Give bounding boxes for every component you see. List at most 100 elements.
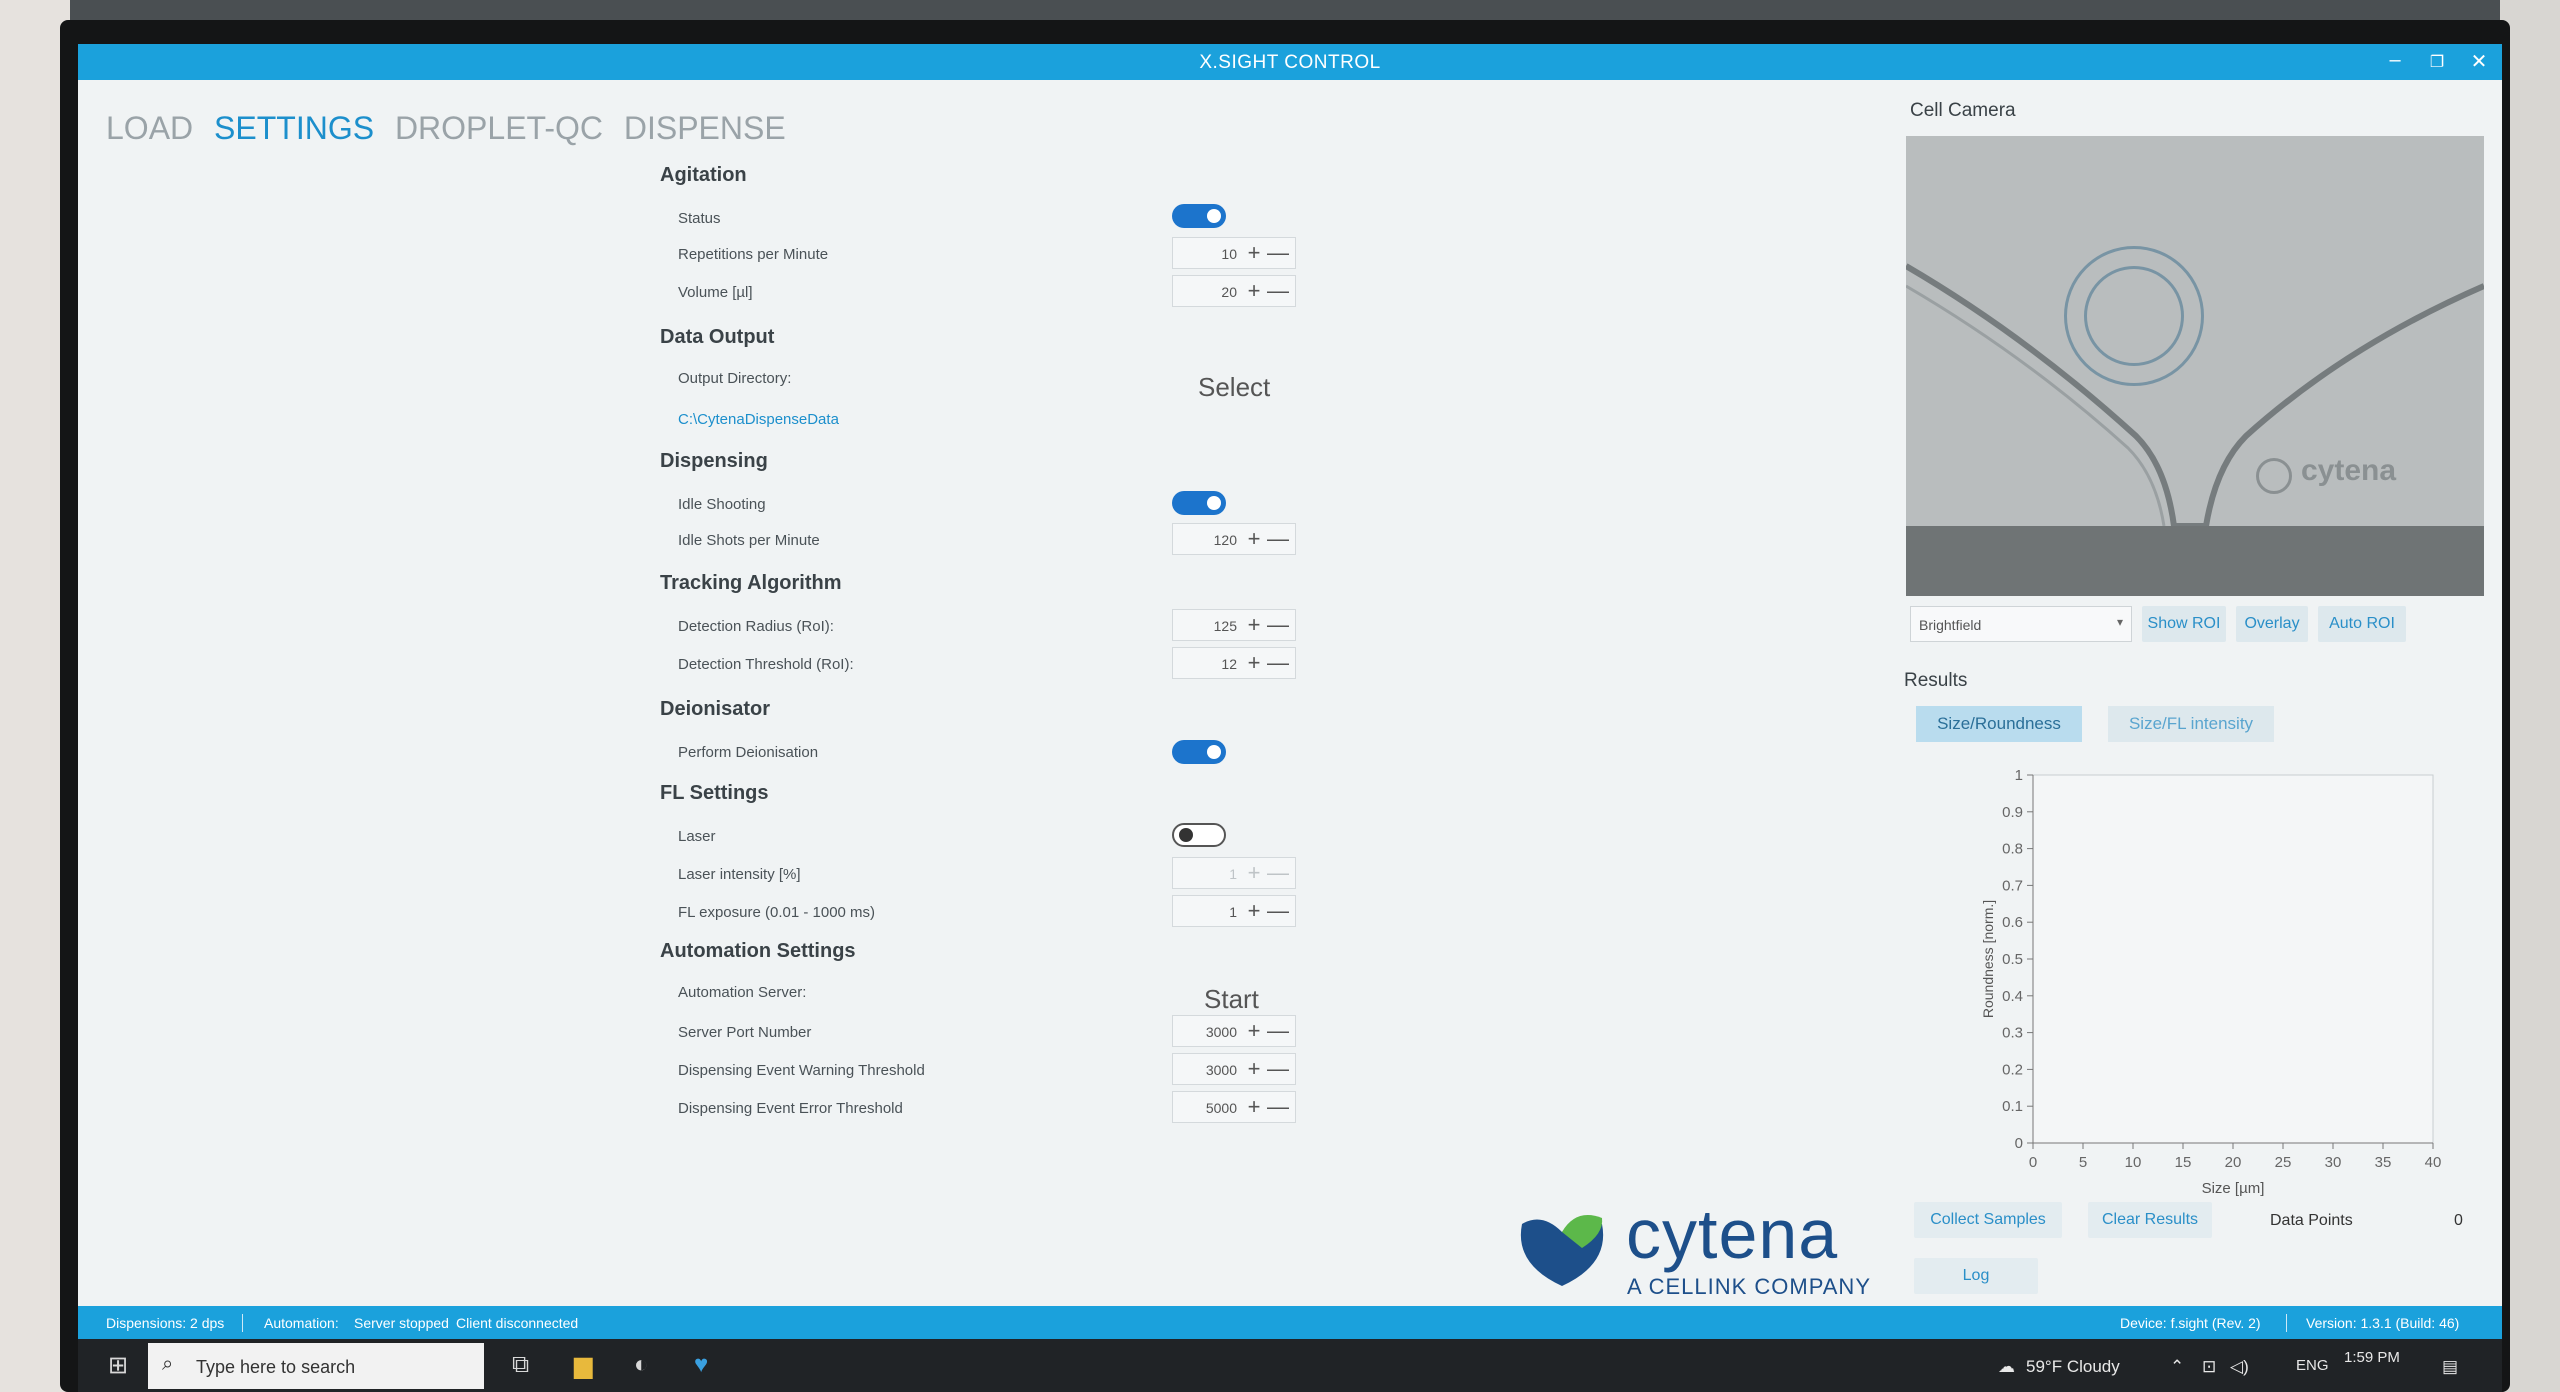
error-threshold-stepper[interactable]: 5000 + — [1172,1091,1296,1123]
minus-icon[interactable]: — [1267,860,1289,886]
detection-threshold-label: Detection Threshold (RoI): [678,656,854,673]
close-icon[interactable]: ✕ [2464,49,2494,74]
minus-icon[interactable]: — [1267,612,1289,638]
xsight-app-icon[interactable]: ♥ [694,1351,708,1379]
device-info: Device: f.sight (Rev. 2) [2120,1315,2261,1331]
taskbar-search-input[interactable]: ⌕ Type here to search [148,1343,484,1389]
network-icon[interactable]: ⊡ [2202,1357,2216,1377]
log-button[interactable]: Log [1914,1258,2038,1294]
collect-samples-button[interactable]: Collect Samples [1914,1202,2062,1238]
camera-bottom-band [1906,526,2484,596]
minus-icon[interactable]: — [1267,278,1289,304]
section-fl-settings: FL Settings [660,782,769,804]
y-tick-label: 0.1 [2002,1098,2023,1115]
perform-deionisation-label: Perform Deionisation [678,744,819,761]
error-threshold-label: Dispensing Event Error Threshold [678,1100,903,1117]
tab-size-fl-intensity[interactable]: Size/FL intensity [2108,706,2274,742]
server-status: Server stopped [354,1315,449,1331]
volume-value: 20 [1221,284,1237,300]
rpm-value: 10 [1221,246,1237,262]
client-status: Client disconnected [456,1315,579,1331]
perform-deionisation-toggle[interactable] [1172,740,1226,764]
rpm-stepper[interactable]: 10 + — [1172,237,1296,269]
select-directory-button[interactable]: Select [1198,372,1270,403]
fl-exposure-stepper[interactable]: 1 + — [1172,895,1296,927]
auto-roi-button[interactable]: Auto ROI [2318,606,2406,642]
plus-icon[interactable]: + [1243,650,1265,676]
laser-intensity-value: 1 [1229,866,1237,882]
output-directory-path[interactable]: C:\CytenaDispenseData [678,411,839,428]
clear-results-button[interactable]: Clear Results [2088,1202,2212,1238]
app-window: X.SIGHT CONTROL – ❐ ✕ LOAD SETTINGS DROP… [78,44,2502,1339]
app-icon[interactable]: ◐ [634,1351,649,1379]
file-explorer-icon[interactable]: ▆ [574,1351,592,1380]
data-points-label: Data Points [2270,1212,2353,1229]
section-data-output: Data Output [660,326,775,348]
server-port-stepper[interactable]: 3000 + — [1172,1015,1296,1047]
windows-start-icon[interactable]: ⊞ [108,1351,128,1380]
x-tick-label: 20 [2225,1154,2242,1171]
tab-dispense[interactable]: DISPENSE [624,110,786,146]
x-tick-label: 15 [2175,1154,2192,1171]
show-roi-button[interactable]: Show ROI [2142,606,2226,642]
minimize-icon[interactable]: – [2380,49,2410,72]
agitation-status-toggle[interactable] [1172,204,1226,228]
main-nav: LOAD SETTINGS DROPLET-QC DISPENSE [106,110,798,147]
idle-shots-stepper[interactable]: 120 + — [1172,523,1296,555]
tray-chevron-icon[interactable]: ⌃ [2170,1357,2184,1377]
chart-svg: 0 5 10 15 20 25 30 35 40 0 0.1 0.2 0.3 0.4 0.5 0.6 0.7 0.… [1980,767,2441,1197]
plus-icon[interactable]: + [1243,612,1265,638]
start-server-button[interactable]: Start [1204,984,1259,1015]
minus-icon[interactable]: — [1267,1056,1289,1082]
detection-threshold-stepper[interactable]: 12 + — [1172,647,1296,679]
y-tick-label: 1 [2015,767,2023,784]
plus-icon[interactable]: + [1243,278,1265,304]
plus-icon[interactable]: + [1243,860,1265,886]
minus-icon[interactable]: — [1267,898,1289,924]
plus-icon[interactable]: + [1243,1094,1265,1120]
idle-shooting-toggle[interactable] [1172,491,1226,515]
warning-threshold-stepper[interactable]: 3000 + — [1172,1053,1296,1085]
minus-icon[interactable]: — [1267,526,1289,552]
camera-mode-select[interactable]: Brightfield ▾ [1910,606,2132,642]
minus-icon[interactable]: — [1267,1094,1289,1120]
laser-intensity-stepper[interactable]: 1 + — [1172,857,1296,889]
idle-shots-value: 120 [1213,532,1237,548]
clock[interactable]: 1:59 PM [2344,1349,2400,1366]
language-indicator[interactable]: ENG [2296,1357,2329,1374]
logo-wordmark: cytena [1626,1195,1839,1273]
results-chart: 0 5 10 15 20 25 30 35 40 0 0.1 0.2 0.3 0.4 0.5 0.6 0.7 0.… [1973,757,2502,1207]
tab-size-roundness[interactable]: Size/Roundness [1916,706,2082,742]
tab-settings[interactable]: SETTINGS [214,110,374,146]
overlay-button[interactable]: Overlay [2236,606,2308,642]
weather-icon[interactable]: ☁ [1998,1357,2015,1377]
laser-toggle[interactable] [1172,823,1226,847]
notification-icon[interactable]: ▤ [2442,1357,2458,1377]
x-tick-label: 30 [2325,1154,2342,1171]
task-view-icon[interactable]: ⧉ [512,1351,529,1379]
volume-icon[interactable]: ◁) [2230,1357,2249,1377]
tab-droplet-qc[interactable]: DROPLET-QC [395,110,603,146]
minus-icon[interactable]: — [1267,240,1289,266]
detection-radius-stepper[interactable]: 125 + — [1172,609,1296,641]
y-tick-label: 0 [2015,1135,2023,1152]
error-threshold-value: 5000 [1205,1100,1237,1116]
restore-icon[interactable]: ❐ [2422,52,2452,72]
minus-icon[interactable]: — [1267,1018,1289,1044]
volume-stepper[interactable]: 20 + — [1172,275,1296,307]
plus-icon[interactable]: + [1243,526,1265,552]
windows-taskbar: ⊞ ⌕ Type here to search ⧉ ▆ ◐ ♥ ☁ 59°F C… [78,1339,2502,1392]
cell-camera-view[interactable]: cytena [1906,136,2484,596]
plus-icon[interactable]: + [1243,898,1265,924]
weather-text[interactable]: 59°F Cloudy [2026,1357,2120,1377]
logo-tagline: A CELLINK COMPANY [1627,1274,1871,1299]
y-tick-label: 0.2 [2002,1061,2023,1078]
minus-icon[interactable]: — [1267,650,1289,676]
plus-icon[interactable]: + [1243,1056,1265,1082]
y-tick-label: 0.8 [2002,841,2023,858]
version-info: Version: 1.3.1 (Build: 46) [2306,1315,2460,1331]
section-dispensing: Dispensing [660,450,768,472]
plus-icon[interactable]: + [1243,1018,1265,1044]
tab-load[interactable]: LOAD [106,110,193,146]
plus-icon[interactable]: + [1243,240,1265,266]
